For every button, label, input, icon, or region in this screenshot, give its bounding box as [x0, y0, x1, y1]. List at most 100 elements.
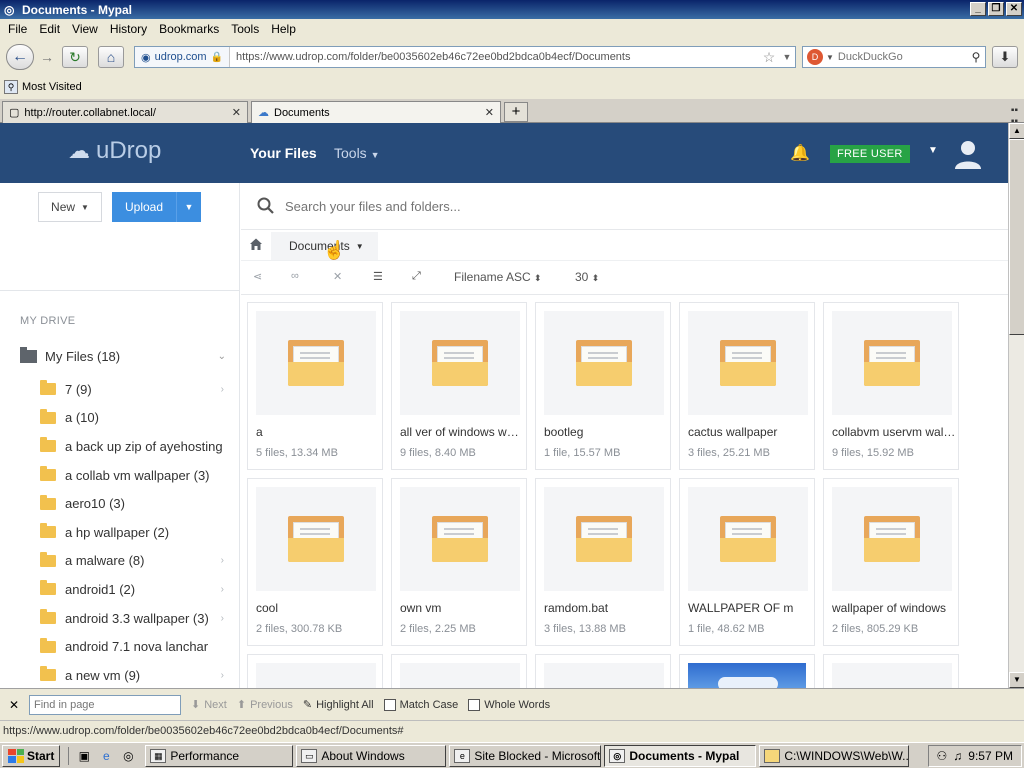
match-case-toggle[interactable]: Match Case	[383, 698, 458, 711]
folder-card[interactable]	[391, 654, 527, 688]
tray-volume-icon[interactable]: ♫	[953, 749, 962, 763]
maximize-button[interactable]: ❐	[988, 2, 1004, 16]
highlight-all-button[interactable]: ✎ Highlight All	[303, 698, 374, 712]
folder-card[interactable]	[247, 654, 383, 688]
folder-card[interactable]: own vm 2 files, 2.25 MB	[391, 478, 527, 646]
close-find-bar-icon[interactable]: ✕	[9, 698, 23, 712]
tray-network-icon[interactable]: ⚇	[937, 749, 948, 763]
task-performance[interactable]: ▦ Performance	[145, 744, 294, 767]
account-menu-chevron-icon[interactable]: ▼	[928, 145, 938, 156]
search-engine-input[interactable]	[837, 51, 967, 63]
site-identity[interactable]: ◉ udrop.com 🔒	[135, 47, 231, 67]
menu-view[interactable]: View	[66, 22, 104, 36]
home-icon[interactable]	[249, 237, 263, 251]
menu-history[interactable]: History	[104, 22, 153, 36]
sidebar-folder-item[interactable]: android 7.1 nova lanchar	[40, 632, 230, 661]
sidebar-folder-item[interactable]: a malware (8) ›	[40, 547, 230, 576]
menu-edit[interactable]: Edit	[33, 22, 66, 36]
mypal-icon[interactable]: ◎	[119, 747, 137, 765]
nav-tools[interactable]: Tools ▼	[334, 145, 380, 161]
chevron-right-icon[interactable]: ›	[221, 670, 224, 681]
ie-icon[interactable]: e	[97, 747, 115, 765]
my-files-root[interactable]: My Files (18) ⌄	[20, 347, 230, 364]
chevron-right-icon[interactable]: ›	[221, 555, 224, 566]
close-window-button[interactable]: ✕	[1006, 2, 1022, 16]
home-button[interactable]: ⌂	[98, 46, 124, 68]
folder-card[interactable]: cactus wallpaper 3 files, 25.21 MB	[679, 302, 815, 470]
search-engine-dropdown-icon[interactable]: ▼	[826, 53, 834, 62]
folder-card[interactable]: bootleg 1 file, 15.57 MB	[535, 302, 671, 470]
url-text[interactable]: https://www.udrop.com/folder/be0035602eb…	[230, 51, 759, 63]
scroll-down-icon[interactable]: ▼	[1009, 672, 1024, 688]
user-avatar-icon[interactable]	[952, 137, 984, 169]
task-about-windows[interactable]: ▭ About Windows	[296, 744, 447, 767]
tab-documents[interactable]: ☁ Documents ✕	[251, 101, 501, 123]
tab-close-icon[interactable]: ✕	[232, 106, 241, 119]
udrop-logo[interactable]: ☁ uDrop	[68, 137, 161, 165]
folder-card[interactable]	[535, 654, 671, 688]
new-tab-button[interactable]: +	[504, 102, 528, 122]
desktop-icon[interactable]: ▣	[75, 747, 93, 765]
find-next-button[interactable]: ⬇ Next	[191, 698, 227, 712]
folder-card[interactable]: ramdom.bat 3 files, 13.88 MB	[535, 478, 671, 646]
sort-selector[interactable]: Filename ASC ⬍	[454, 270, 542, 284]
downloads-button[interactable]: ⬇	[992, 46, 1018, 68]
whole-words-toggle[interactable]: Whole Words	[468, 698, 550, 711]
folder-card[interactable]: collabvm uservm wallpaper 9 files, 15.92 …	[823, 302, 959, 470]
account-type-badge[interactable]: FREE USER	[830, 145, 910, 163]
sidebar-folder-item[interactable]: a collab vm wallpaper (3)	[40, 461, 230, 490]
reload-button[interactable]: ↻	[62, 46, 88, 68]
back-button[interactable]: ←	[6, 44, 34, 70]
most-visited-bookmark[interactable]: Most Visited	[22, 81, 82, 93]
sidebar-folder-item[interactable]: a hp wallpaper (2)	[40, 518, 230, 547]
folder-card[interactable]: a 5 files, 13.34 MB	[247, 302, 383, 470]
folder-card[interactable]: WALLPAPER OF m 1 file, 48.62 MB	[679, 478, 815, 646]
find-previous-button[interactable]: ⬆ Previous	[237, 698, 293, 712]
sidebar-folder-item[interactable]: a new vm (9) ›	[40, 661, 230, 688]
sidebar-folder-item[interactable]: 7 (9) ›	[40, 375, 230, 404]
chevron-right-icon[interactable]: ›	[221, 584, 224, 595]
sidebar-folder-item[interactable]: aero10 (3)	[40, 489, 230, 518]
scroll-thumb[interactable]	[1009, 139, 1024, 335]
share-icon[interactable]: ⋖	[253, 270, 262, 283]
list-view-icon[interactable]: ☰	[373, 270, 383, 283]
upload-button[interactable]: Upload ▼	[112, 192, 201, 222]
sidebar-folder-item[interactable]: android 3.3 wallpaper (3) ›	[40, 604, 230, 633]
url-dropdown-icon[interactable]: ▼	[779, 52, 795, 62]
tab-close-icon[interactable]: ✕	[485, 106, 494, 119]
per-page-selector[interactable]: 30 ⬍	[575, 270, 599, 284]
task-explorer[interactable]: C:\WINDOWS\Web\W...	[759, 744, 910, 767]
chevron-right-icon[interactable]: ›	[221, 384, 224, 395]
delete-icon[interactable]: ✕	[333, 270, 342, 283]
bookmark-star-icon[interactable]: ☆	[759, 49, 779, 66]
forward-button[interactable]: →	[34, 46, 60, 68]
upload-options-chevron-icon[interactable]: ▼	[176, 192, 201, 222]
sidebar-folder-item[interactable]: a back up zip of ayehosting	[40, 432, 230, 461]
sidebar-folder-item[interactable]: android1 (2) ›	[40, 575, 230, 604]
search-bar[interactable]: D ▼ ⚲	[802, 46, 986, 68]
folder-card[interactable]: cool 2 files, 300.78 KB	[247, 478, 383, 646]
task-documents-mypal[interactable]: ◎ Documents - Mypal	[604, 744, 757, 767]
folder-card[interactable]: wallpaper of windows 2 files, 805.29 KB	[823, 478, 959, 646]
duckduckgo-icon[interactable]: D	[807, 49, 823, 65]
menu-help[interactable]: Help	[265, 22, 302, 36]
address-bar[interactable]: ◉ udrop.com 🔒 https://www.udrop.com/fold…	[134, 46, 796, 68]
find-input[interactable]	[29, 694, 181, 715]
search-icon[interactable]: ⚲	[967, 50, 985, 64]
page-scrollbar[interactable]: ▲ ▼	[1008, 123, 1024, 688]
nav-your-files[interactable]: Your Files	[250, 145, 317, 161]
tab-router[interactable]: ▢ http://router.collabnet.local/ ✕	[2, 101, 248, 123]
menu-tools[interactable]: Tools	[225, 22, 265, 36]
start-button[interactable]: Start	[2, 744, 61, 767]
match-case-checkbox[interactable]	[383, 698, 396, 711]
scroll-up-icon[interactable]: ▲	[1009, 123, 1024, 139]
menu-file[interactable]: File	[2, 22, 33, 36]
file-search-input[interactable]	[285, 198, 885, 214]
chevron-down-icon[interactable]: ⌄	[218, 351, 226, 362]
image-card[interactable]	[679, 654, 815, 688]
folder-card[interactable]	[823, 654, 959, 688]
folder-card[interactable]: all ver of windows wallpaper 9 files, 8.4…	[391, 302, 527, 470]
fullscreen-icon[interactable]: ⤢	[412, 270, 421, 283]
notification-bell-icon[interactable]: 🔔	[790, 143, 810, 163]
menu-bookmarks[interactable]: Bookmarks	[153, 22, 225, 36]
